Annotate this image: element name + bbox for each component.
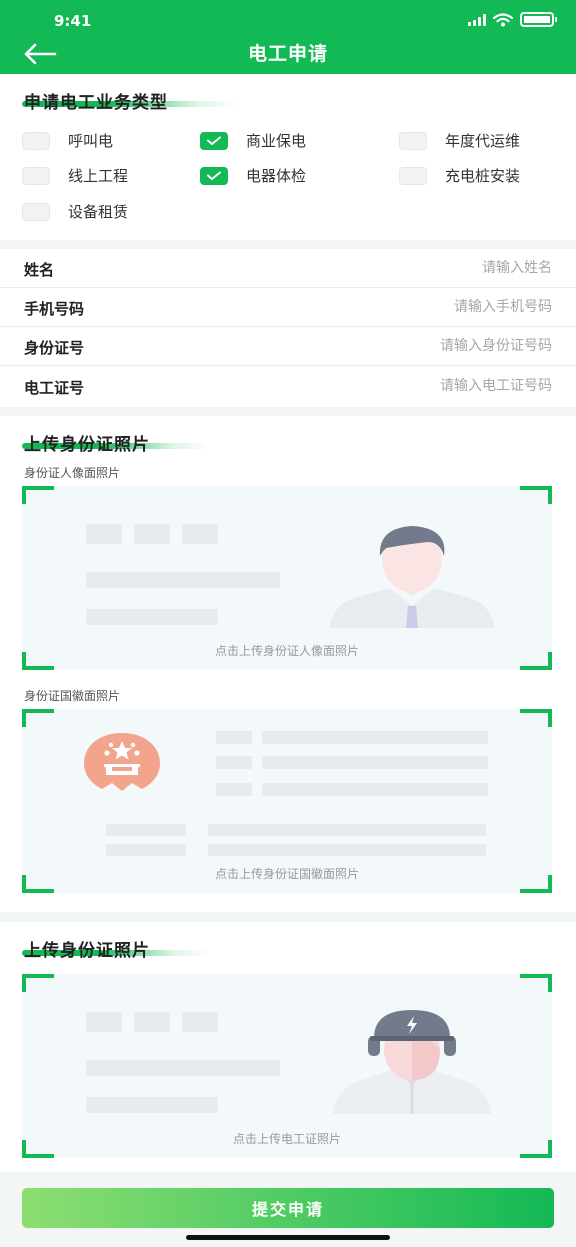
field-label: 身份证号: [24, 339, 85, 357]
placeholder-bar: [86, 1097, 218, 1113]
placeholder-bar: [106, 844, 186, 856]
placeholder-bar: [208, 844, 486, 856]
national-emblem-icon: [84, 733, 160, 791]
checkbox-unchecked[interactable]: [399, 166, 427, 185]
name-input[interactable]: [272, 255, 552, 281]
electrician-cert-row: 电工证号: [0, 367, 576, 406]
placeholder-bar: [208, 824, 486, 836]
option-label: 电器体检: [246, 167, 307, 185]
placeholder-bar: [134, 524, 170, 544]
placeholder-bar: [86, 609, 218, 625]
placeholder-bar: [262, 756, 488, 769]
upload-hint: 点击上传身份证人像面照片: [214, 644, 359, 658]
id-back-upload[interactable]: 点击上传身份证国徽面照片: [22, 709, 552, 893]
checkbox-unchecked[interactable]: [399, 131, 427, 150]
placeholder-bar: [182, 524, 218, 544]
status-time: 9:41: [54, 12, 92, 30]
frame-corner: [22, 486, 54, 504]
placeholder-bar: [106, 824, 186, 836]
section-title-cert-photo: 上传身份证照片: [24, 941, 150, 961]
id-front-upload[interactable]: 点击上传身份证人像面照片: [22, 486, 552, 670]
business-type-section: 申请电工业务类型 呼叫电 商业保电 年度代运维 线上工程 电器体检 充电桩安装 …: [0, 74, 576, 240]
field-label: 电工证号: [24, 379, 85, 397]
home-indicator: [186, 1235, 390, 1240]
electrician-cert-input[interactable]: [272, 373, 552, 399]
battery-icon: [520, 12, 557, 27]
frame-corner: [22, 709, 54, 727]
placeholder-bar: [86, 1012, 122, 1032]
field-label: 姓名: [24, 261, 55, 279]
checkmark-icon: [207, 171, 221, 180]
field-label: 手机号码: [24, 300, 85, 318]
personal-info-form: 姓名 手机号码 身份证号 电工证号: [0, 249, 576, 407]
id-number-input[interactable]: [272, 333, 552, 359]
option-label: 设备租赁: [68, 203, 129, 221]
wifi-icon: [493, 12, 513, 26]
checkbox-unchecked[interactable]: [22, 131, 50, 150]
section-title-business-type: 申请电工业务类型: [24, 93, 168, 113]
upload-hint: 点击上传身份证国徽面照片: [214, 867, 359, 881]
placeholder-bar: [216, 783, 252, 796]
phone-row: 手机号码: [0, 288, 576, 327]
option-label: 呼叫电: [68, 132, 114, 150]
electrician-helmet-person-icon: [332, 1010, 492, 1114]
cellular-signal-icon: [468, 13, 486, 26]
frame-corner: [520, 974, 552, 992]
frame-corner: [520, 486, 552, 504]
checkbox-unchecked[interactable]: [22, 166, 50, 185]
electrician-cert-upload[interactable]: 点击上传电工证照片: [22, 974, 552, 1158]
placeholder-bar: [216, 731, 252, 744]
option-commercial-power-protection[interactable]: 商业保电: [200, 130, 306, 151]
placeholder-bar: [262, 783, 488, 796]
placeholder-bar: [262, 731, 488, 744]
option-label: 商业保电: [246, 132, 307, 150]
header-bar: 9:41 电工申请: [0, 0, 576, 74]
submit-button[interactable]: 提交申请: [22, 1188, 554, 1228]
id-back-label: 身份证国徽面照片: [24, 689, 121, 703]
id-front-label: 身份证人像面照片: [24, 466, 121, 480]
checkbox-checked[interactable]: [200, 166, 228, 185]
placeholder-bar: [182, 1012, 218, 1032]
checkbox-checked[interactable]: [200, 131, 228, 150]
name-row: 姓名: [0, 249, 576, 288]
electrician-cert-upload-section: 上传身份证照片 点击上传电工证照片: [0, 922, 576, 1172]
upload-hint: 点击上传电工证照片: [232, 1132, 341, 1146]
option-equipment-rental[interactable]: 设备租赁: [22, 201, 128, 222]
portrait-person-icon: [330, 526, 494, 628]
frame-corner: [22, 974, 54, 992]
placeholder-bar: [134, 1012, 170, 1032]
status-icons: [468, 12, 557, 27]
option-call-electric[interactable]: 呼叫电: [22, 130, 113, 151]
page-title: 电工申请: [247, 43, 328, 65]
checkbox-unchecked[interactable]: [22, 202, 50, 221]
placeholder-bar: [86, 572, 280, 588]
placeholder-bar: [86, 524, 122, 544]
id-photo-upload-section: 上传身份证照片 身份证人像面照片 点击上传身份证人像面照片 身份证国徽面照片 点…: [0, 416, 576, 912]
frame-corner: [520, 709, 552, 727]
placeholder-bar: [86, 1060, 280, 1076]
section-title-id-photo: 上传身份证照片: [24, 435, 150, 455]
placeholder-bar: [216, 756, 252, 769]
checkmark-icon: [207, 136, 221, 145]
option-label: 年度代运维: [445, 132, 521, 150]
id-number-row: 身份证号: [0, 327, 576, 366]
phone-input[interactable]: [272, 294, 552, 320]
option-charging-pile-install[interactable]: 充电桩安装: [399, 165, 520, 186]
option-label: 线上工程: [68, 167, 129, 185]
option-appliance-inspection[interactable]: 电器体检: [200, 165, 306, 186]
option-online-project[interactable]: 线上工程: [22, 165, 128, 186]
option-annual-maintenance[interactable]: 年度代运维: [399, 130, 520, 151]
option-label: 充电桩安装: [445, 167, 521, 185]
